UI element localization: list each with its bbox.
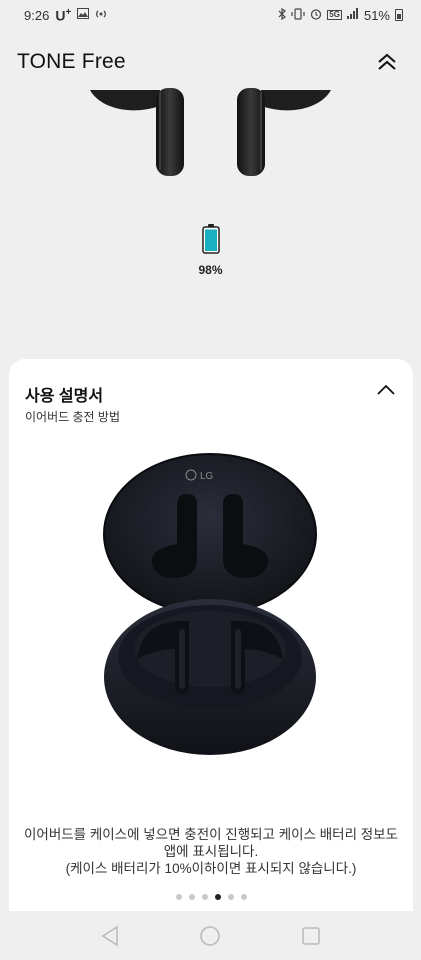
alarm-icon [310,8,322,23]
earbuds-image [0,88,421,188]
page-dot[interactable] [227,894,234,900]
navigation-bar [0,911,421,960]
carrier-plus: + [65,6,72,18]
description-line-1: 이어버드를 케이스에 넣으면 충전이 진행되고 케이스 배터리 정보도 [23,827,398,842]
description-line-3: (케이스 배터리가 10%이하이면 표시되지 않습니다.) [65,861,357,876]
card-subtitle: 이어버드 충전 방법 [25,410,120,424]
page-dot[interactable] [214,894,221,900]
page-dot[interactable] [201,894,208,900]
page-title: TONE Free [17,50,126,73]
charging-case-image: LG [97,449,327,779]
double-chevron-up-icon[interactable] [371,46,403,78]
status-right: 5G 51% [278,7,403,23]
manual-card: 사용 설명서 이어버드 충전 방법 LG 이어버드를 케이스에 넣으면 충전이 … [9,359,413,911]
page-indicator [9,894,413,900]
card-title: 사용 설명서 [25,388,104,405]
home-circle-icon[interactable] [190,916,230,956]
back-triangle-icon[interactable] [90,916,130,956]
chevron-up-icon[interactable] [373,379,399,401]
device-battery: 98% [0,224,421,277]
device-battery-percent: 98% [198,263,223,277]
description-line-2: 앱에 표시됩니다. [163,844,259,859]
page-dot[interactable] [175,894,182,900]
carrier-name: U [55,7,66,24]
carrier-label: U+ [55,7,71,24]
page-dot[interactable] [240,894,247,900]
bluetooth-icon [278,7,287,23]
app-header: TONE Free [0,40,421,84]
page-dot[interactable] [188,894,195,900]
status-bar: 9:26 U+ 5G 51% [0,0,421,30]
battery-icon [395,9,403,21]
hotspot-icon [95,8,107,23]
device-battery-icon [201,224,220,259]
charging-description: 이어버드를 케이스에 넣으면 충전이 진행되고 케이스 배터리 정보도 앱에 표… [9,826,413,877]
signal-icon [346,8,359,22]
vibrate-icon [291,7,305,23]
battery-percent-status: 51% [363,7,390,23]
status-left: 9:26 U+ [24,7,107,24]
network-type-icon: 5G [327,10,342,20]
case-logo: LG [200,471,214,482]
gallery-icon [77,8,90,22]
status-time: 9:26 [24,7,50,23]
recents-square-icon[interactable] [291,916,331,956]
